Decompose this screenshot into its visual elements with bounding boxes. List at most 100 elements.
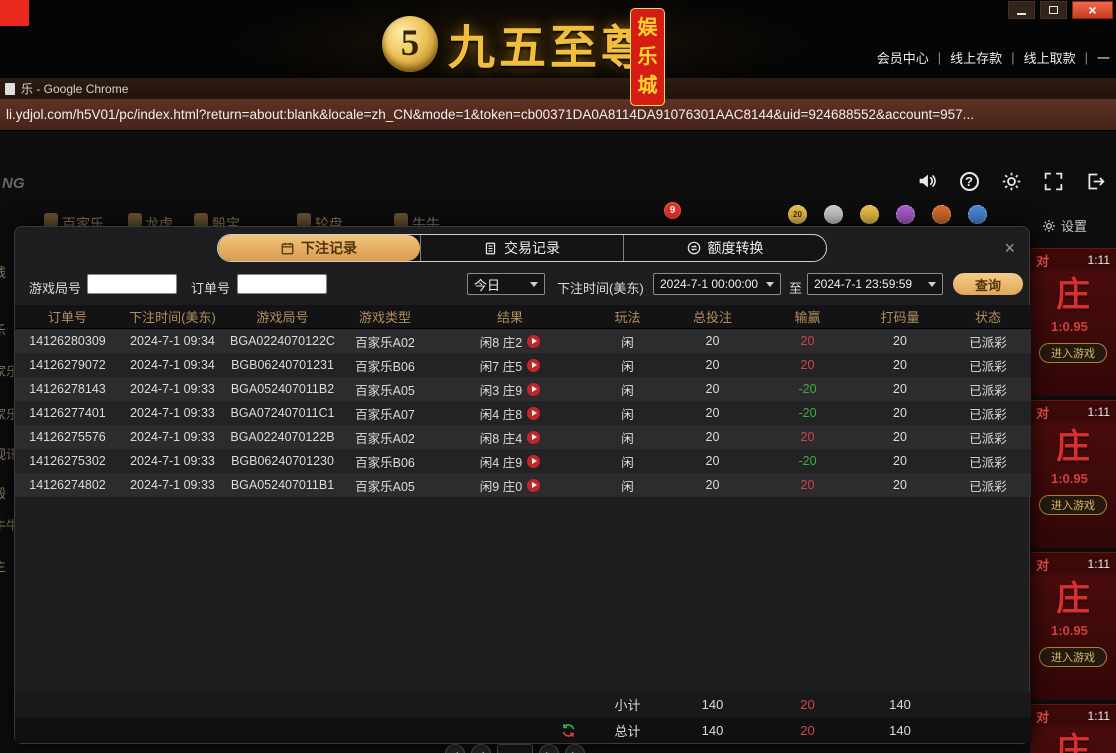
replay-icon[interactable] bbox=[527, 407, 540, 420]
close-window-button[interactable]: × bbox=[1072, 1, 1113, 19]
logo-coin-icon: 5 bbox=[382, 16, 438, 72]
category-icon bbox=[394, 213, 408, 227]
minimize-icon bbox=[1017, 13, 1026, 15]
status-cell: 已派彩 bbox=[945, 452, 1031, 471]
winloss-cell: 20 bbox=[760, 334, 855, 348]
address-bar[interactable]: li.ydjol.com/h5V01/pc/index.html?return=… bbox=[0, 99, 1116, 131]
search-button[interactable]: 查询 bbox=[953, 273, 1023, 295]
pager-page-box[interactable] bbox=[497, 744, 533, 753]
total-label: 总计 bbox=[614, 721, 640, 740]
play-cell: 闲 bbox=[590, 332, 665, 351]
order-cell: 14126277401 bbox=[15, 406, 120, 420]
turnover-cell: 20 bbox=[855, 406, 945, 420]
result-text: 闲4 庄8 bbox=[480, 404, 522, 423]
chip-icon[interactable] bbox=[824, 205, 843, 224]
category-icon bbox=[44, 213, 58, 227]
round-cell: BGA052407011B1 bbox=[225, 478, 340, 492]
chevron-down-icon bbox=[530, 282, 538, 287]
time-cell: 2024-7-1 09:33 bbox=[120, 382, 225, 396]
tab-bet-records[interactable]: 下注记录 bbox=[218, 235, 420, 261]
card-header: 对1:11 bbox=[1030, 401, 1116, 423]
enter-game-button[interactable]: 进入游戏 bbox=[1039, 495, 1107, 515]
tab-label: 下注记录 bbox=[301, 238, 357, 258]
turnover-cell: 20 bbox=[855, 478, 945, 492]
total-winloss: 20 bbox=[800, 723, 814, 738]
sidebar-item-fragment[interactable]: 乐 bbox=[0, 320, 6, 339]
column-header: 输赢 bbox=[760, 307, 855, 326]
pair-label: 对 bbox=[1036, 251, 1049, 270]
tab-transaction-records[interactable]: 交易记录 bbox=[420, 235, 623, 261]
round-filter-label: 游戏局号 bbox=[29, 278, 81, 297]
range-select[interactable]: 今日 bbox=[467, 273, 545, 295]
table-row: 141262790722024-7-1 09:34BGB06240701231百… bbox=[15, 353, 1031, 377]
close-icon[interactable]: × bbox=[1004, 240, 1015, 256]
chip-icon[interactable] bbox=[932, 205, 951, 224]
nav-truncated-item[interactable]: 一 bbox=[1097, 48, 1110, 67]
help-glyph: ? bbox=[960, 172, 979, 191]
page-url[interactable]: li.ydjol.com/h5V01/pc/index.html?return=… bbox=[0, 107, 1110, 122]
game-card[interactable]: 对1:11庄1:0.95进入游戏 bbox=[1030, 248, 1116, 396]
pager-next-button[interactable]: ▶ bbox=[539, 744, 559, 753]
game-card[interactable]: 对1:11庄1:0.95进入游戏 bbox=[1030, 400, 1116, 548]
pager-prev-button[interactable]: ◀ bbox=[471, 744, 491, 753]
result-text: 闲3 庄9 bbox=[480, 380, 522, 399]
table-row: 141262781432024-7-1 09:33BGA052407011B2百… bbox=[15, 377, 1031, 401]
winloss-cell: 20 bbox=[760, 430, 855, 444]
round-filter-input[interactable] bbox=[87, 274, 177, 294]
banker-label: 庄 bbox=[1056, 430, 1116, 466]
banker-odds: 1:0.95 bbox=[1051, 623, 1116, 638]
date-from-select[interactable]: 2024-7-1 00:00:00 bbox=[653, 273, 781, 295]
replay-icon[interactable] bbox=[527, 359, 540, 372]
date-to-select[interactable]: 2024-7-1 23:59:59 bbox=[807, 273, 943, 295]
maximize-button[interactable] bbox=[1040, 1, 1067, 19]
browser-titlebar[interactable]: 乐 - Google Chrome bbox=[0, 78, 1116, 99]
table-row: 141262748022024-7-1 09:33BGA052407011B1百… bbox=[15, 473, 1031, 497]
replay-icon[interactable] bbox=[527, 479, 540, 492]
replay-icon[interactable] bbox=[527, 383, 540, 396]
sound-icon[interactable] bbox=[916, 170, 938, 192]
chip-icon[interactable]: 20 bbox=[788, 205, 807, 224]
chip-icon[interactable] bbox=[968, 205, 987, 224]
replay-icon[interactable] bbox=[527, 455, 540, 468]
pair-label: 对 bbox=[1036, 555, 1049, 574]
game-card[interactable]: 对1:11庄1:0.95进入游戏 bbox=[1030, 704, 1116, 753]
pager-first-button[interactable]: ◀ bbox=[445, 744, 465, 753]
round-cell: BGB06240701230 bbox=[225, 454, 340, 468]
chip-icon[interactable] bbox=[860, 205, 879, 224]
nav-deposit[interactable]: 线上存款 bbox=[950, 48, 1002, 67]
enter-game-button[interactable]: 进入游戏 bbox=[1039, 647, 1107, 667]
banker-label: 庄 bbox=[1056, 278, 1116, 314]
status-cell: 已派彩 bbox=[945, 428, 1031, 447]
nav-member-center[interactable]: 会员中心 bbox=[877, 48, 929, 67]
gear-icon[interactable] bbox=[1000, 170, 1022, 192]
refresh-icon[interactable] bbox=[561, 723, 590, 738]
sidebar-item-fragment[interactable]: 线 bbox=[0, 262, 6, 281]
sidebar-item-fragment[interactable]: 殿 bbox=[0, 483, 6, 502]
nav-withdraw[interactable]: 线上取款 bbox=[1024, 48, 1076, 67]
winloss-cell: 20 bbox=[760, 478, 855, 492]
pager-last-button[interactable]: ▶ bbox=[565, 744, 585, 753]
order-cell: 14126279072 bbox=[15, 358, 120, 372]
time-cell: 2024-7-1 09:34 bbox=[120, 334, 225, 348]
card-header: 对1:11 bbox=[1030, 553, 1116, 575]
help-icon[interactable]: ? bbox=[958, 170, 980, 192]
site-logo: 5 九五至尊 bbox=[382, 9, 652, 78]
game-card[interactable]: 对1:11庄1:0.95进入游戏 bbox=[1030, 552, 1116, 700]
type-cell: 百家乐B06 bbox=[340, 452, 430, 471]
column-header: 订单号 bbox=[15, 307, 120, 326]
result-cell: 闲4 庄8 bbox=[430, 404, 590, 423]
column-header: 下注时间(美东) bbox=[120, 307, 225, 326]
tab-label: 交易记录 bbox=[504, 238, 560, 258]
order-filter-input[interactable] bbox=[237, 274, 327, 294]
window-controls: × bbox=[1008, 1, 1113, 19]
sidebar-item-fragment[interactable]: 主 bbox=[0, 556, 6, 575]
chip-icon[interactable] bbox=[896, 205, 915, 224]
tab-credit-transfer[interactable]: 额度转换 bbox=[623, 235, 826, 261]
replay-icon[interactable] bbox=[527, 335, 540, 348]
result-cell: 闲8 庄4 bbox=[430, 428, 590, 447]
result-cell: 闲7 庄5 bbox=[430, 356, 590, 375]
enter-game-button[interactable]: 进入游戏 bbox=[1039, 343, 1107, 363]
minimize-button[interactable] bbox=[1008, 1, 1035, 19]
replay-icon[interactable] bbox=[527, 431, 540, 444]
type-cell: 百家乐B06 bbox=[340, 356, 430, 375]
